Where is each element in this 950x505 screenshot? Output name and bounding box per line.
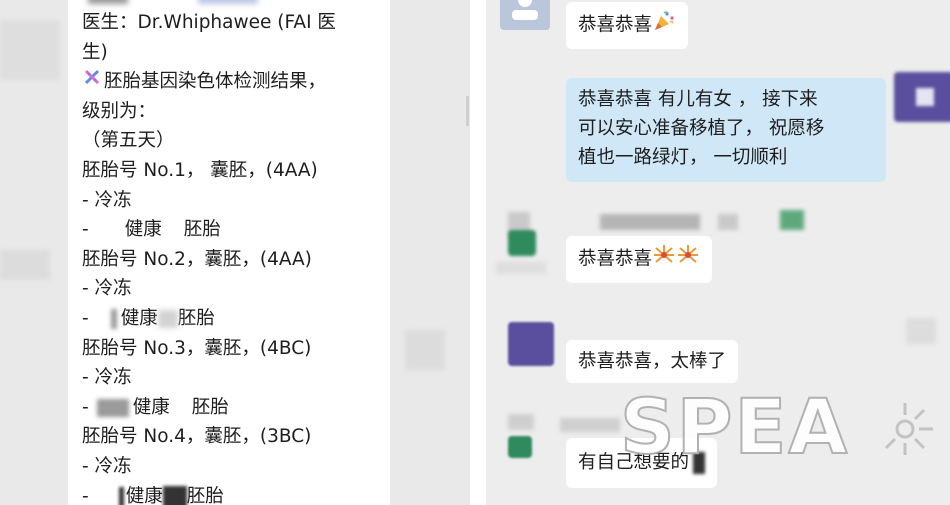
dna-icon <box>82 67 104 97</box>
avatar[interactable] <box>508 436 532 458</box>
avatar[interactable] <box>508 230 536 256</box>
message-text-line: 植也一路绿灯， 一切顺利 <box>578 147 788 168</box>
embryo-4-status: - 健康 胚胎 <box>82 482 384 505</box>
message-bubble[interactable]: 恭喜恭喜 <box>566 236 713 283</box>
report-message-bubble: 医生：Dr.Whiphawee (FAI 医 生) 胚胎基因染色体检测结果， 级… <box>68 0 390 505</box>
divider-mark <box>466 96 469 126</box>
embryo-3-line: 胚胎号 No.3，囊胚，(4BC) <box>82 337 312 359</box>
party-popper-icon <box>652 9 676 42</box>
panel-divider <box>470 0 486 505</box>
avatar[interactable] <box>500 0 550 30</box>
message-text-line: 可以安心准备移植了， 祝愿移 <box>578 118 825 139</box>
doctor-line-cont: 生) <box>82 41 108 63</box>
embryo-1-line: 胚胎号 No.1， 囊胚，(4AA) <box>82 159 318 181</box>
grade-label-line: 级别为： <box>82 100 157 122</box>
doctor-line: 医生：Dr.Whiphawee (FAI 医 <box>82 12 336 33</box>
result-title-line: 胚胎基因染色体检测结果， <box>82 67 384 97</box>
message-text: 恭喜恭喜 <box>578 14 653 36</box>
embryo-2-frozen: - 冷冻 <box>82 278 132 300</box>
blurred-background <box>906 318 936 344</box>
blurred-background <box>0 250 50 280</box>
svg-text:SPEA: SPEA <box>620 385 849 471</box>
blurred-background <box>405 330 445 370</box>
blurred-header <box>198 0 258 4</box>
embryo-2-line: 胚胎号 No.2，囊胚，(4AA) <box>82 248 312 270</box>
avatar[interactable] <box>508 322 554 366</box>
embryo-3-frozen: - 冷冻 <box>82 367 132 389</box>
message-text: 恭喜恭喜 <box>578 248 653 270</box>
blurred-background <box>496 262 546 274</box>
report-text: 医生：Dr.Whiphawee (FAI 医 生) 胚胎基因染色体检测结果， 级… <box>82 8 384 505</box>
day-label-line: （第五天） <box>82 130 175 152</box>
blurred-name <box>718 214 738 230</box>
embryo-4-frozen: - 冷冻 <box>82 455 132 477</box>
message-bubble[interactable]: 恭喜恭喜，太棒了 <box>566 340 739 383</box>
message-text: 恭喜恭喜，太棒了 <box>578 351 727 372</box>
watermark-logo: SPEA <box>619 381 950 475</box>
fireworks-icon <box>652 243 700 276</box>
blurred-background <box>0 20 60 80</box>
embryo-2-status: - 健康 胚胎 <box>82 307 215 329</box>
avatar[interactable] <box>894 72 950 122</box>
embryo-1-status: - 健康 胚胎 <box>82 219 221 241</box>
my-message-bubble[interactable]: 恭喜恭喜 有儿有女 ， 接下来 可以安心准备移植了， 祝愿移 植也一路绿灯， 一… <box>566 78 886 182</box>
blurred-name <box>600 214 700 230</box>
blurred-header <box>88 0 128 4</box>
embryo-4-line: 胚胎号 No.4，囊胚，(3BC) <box>82 426 312 448</box>
embryo-3-status: - 健康 胚胎 <box>82 396 229 418</box>
blurred-name <box>560 418 620 432</box>
blurred-name <box>508 414 534 430</box>
embryo-1-frozen: - 冷冻 <box>82 189 132 211</box>
message-bubble[interactable]: 恭喜恭喜 <box>566 2 689 49</box>
message-text-line: 恭喜恭喜 有儿有女 ， 接下来 <box>578 89 818 110</box>
blurred-name <box>780 210 804 230</box>
left-screenshot-panel: 医生：Dr.Whiphawee (FAI 医 生) 胚胎基因染色体检测结果， 级… <box>0 0 470 505</box>
